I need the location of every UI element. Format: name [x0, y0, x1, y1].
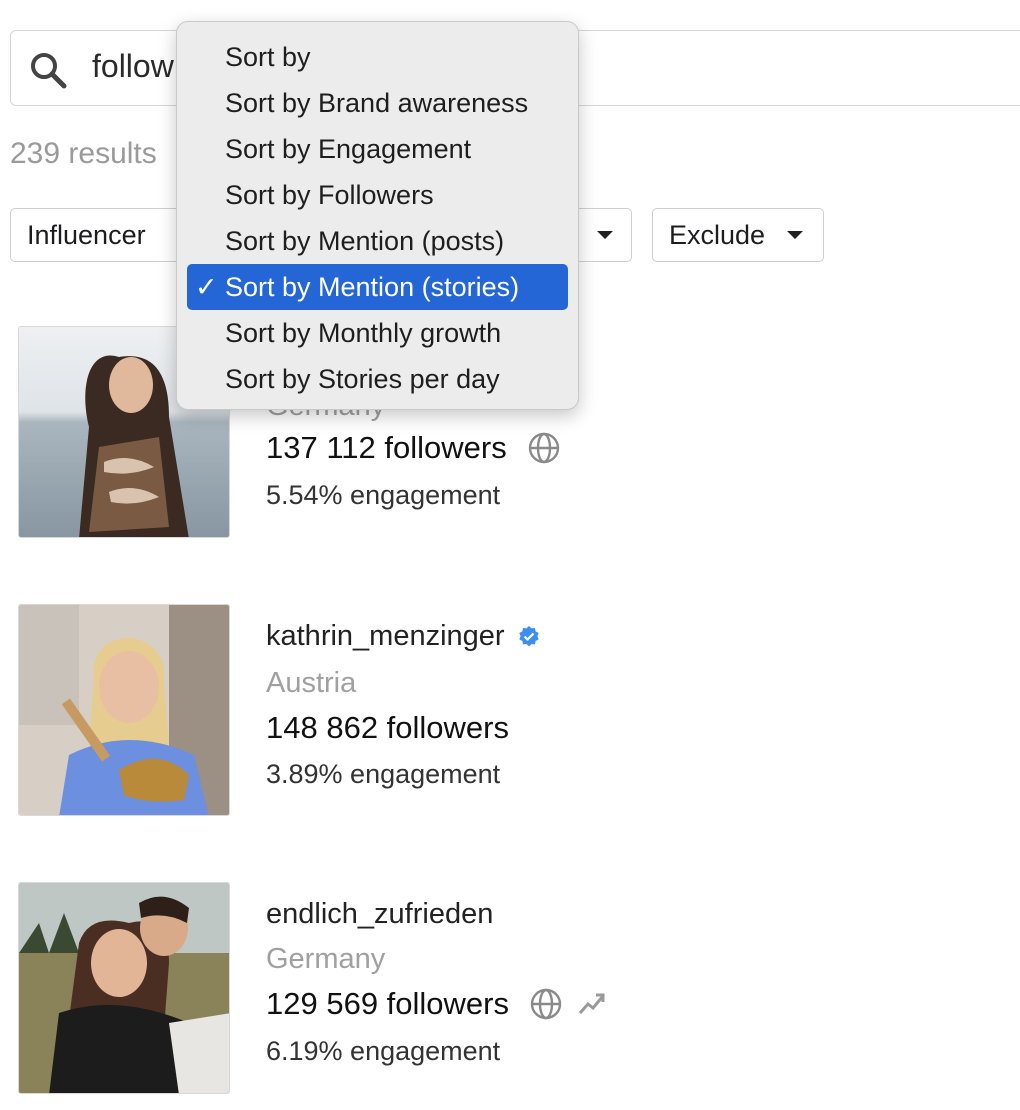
sort-option-stories-per-day[interactable]: Sort by Stories per day: [187, 356, 568, 402]
search-icon: [31, 53, 67, 89]
exclude-filter-button[interactable]: Exclude: [652, 208, 824, 262]
influencer-country: Germany: [266, 943, 386, 975]
sort-option-monthly-growth[interactable]: Sort by Monthly growth: [187, 310, 568, 356]
sort-option[interactable]: Sort by: [187, 34, 568, 80]
avatar-photo: [19, 883, 229, 1093]
influencer-filter-label: Influencer: [27, 219, 146, 250]
influencer-country: Austria: [266, 667, 357, 699]
chevron-down-icon: [597, 231, 613, 239]
influencer-engagement: 3.89% engagement: [266, 759, 501, 789]
globe-icon: [529, 987, 563, 1021]
results-count: 239 results: [10, 137, 157, 170]
trend-up-icon: [577, 989, 607, 1019]
sort-option-followers[interactable]: Sort by Followers: [187, 172, 568, 218]
sort-option-label: Sort by Brand awareness: [225, 88, 529, 118]
sort-option-mention-posts[interactable]: Sort by Mention (posts): [187, 218, 568, 264]
sort-option-label: Sort by Stories per day: [225, 364, 500, 394]
sort-option-engagement[interactable]: Sort by Engagement: [187, 126, 568, 172]
sort-option-label: Sort by: [225, 42, 311, 72]
checkmark-icon: ✓: [195, 272, 218, 302]
influencer-name-text: kathrin_menzinger: [266, 620, 505, 652]
influencer-followers: 137 112 followers: [266, 430, 561, 466]
influencer-name[interactable]: endlich_zufrieden: [266, 898, 493, 931]
influencer-name[interactable]: kathrin_menzinger: [266, 620, 541, 653]
exclude-filter-label: Exclude: [669, 219, 766, 250]
influencer-avatar[interactable]: [18, 604, 230, 816]
influencer-followers: 148 862 followers: [266, 710, 509, 746]
influencer-engagement: 5.54% engagement: [266, 480, 501, 510]
sort-option-label: Sort by Mention (stories): [225, 272, 520, 302]
influencer-avatar[interactable]: [18, 882, 230, 1094]
sort-option-mention-stories[interactable]: ✓ Sort by Mention (stories): [187, 264, 568, 310]
chevron-down-icon: [787, 231, 804, 239]
sort-option-label: Sort by Mention (posts): [225, 226, 505, 256]
influencer-engagement: 6.19% engagement: [266, 1036, 501, 1066]
sort-option-label: Sort by Engagement: [225, 134, 472, 164]
avatar-photo: [19, 605, 229, 815]
influencer-followers: 129 569 followers: [266, 986, 607, 1022]
influencer-filter-button[interactable]: Influencer: [10, 208, 200, 262]
sort-dropdown-menu[interactable]: Sort by Sort by Brand awareness Sort by …: [176, 21, 579, 410]
search-input[interactable]: follow: [92, 48, 174, 85]
followers-count: 148 862 followers: [266, 710, 509, 745]
sort-option-brand-awareness[interactable]: Sort by Brand awareness: [187, 80, 568, 126]
influencer-name-text: endlich_zufrieden: [266, 898, 494, 930]
followers-count: 137 112 followers: [266, 430, 507, 465]
verified-badge-icon: [517, 625, 541, 649]
followers-count: 129 569 followers: [266, 986, 509, 1021]
globe-icon: [527, 431, 561, 465]
sort-option-label: Sort by Monthly growth: [225, 318, 502, 348]
sort-option-label: Sort by Followers: [225, 180, 434, 210]
